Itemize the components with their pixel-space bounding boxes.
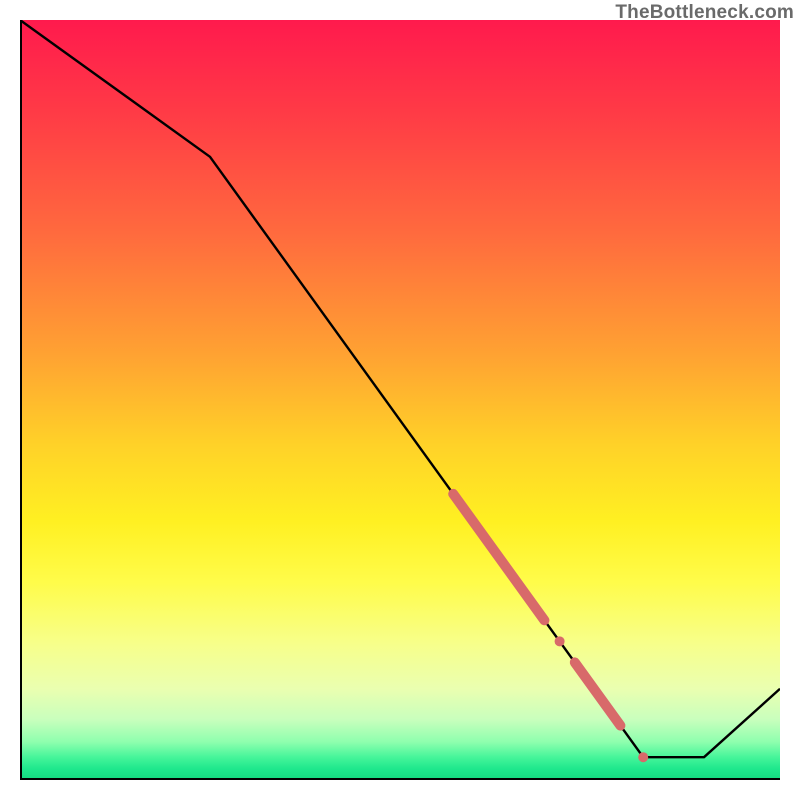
plot-area bbox=[20, 20, 780, 780]
x-axis bbox=[20, 778, 780, 780]
watermark-text: TheBottleneck.com bbox=[615, 2, 794, 24]
bottleneck-chart: TheBottleneck.com bbox=[0, 0, 800, 800]
y-axis bbox=[20, 20, 22, 780]
line-layer bbox=[20, 20, 780, 780]
highlight-dot-2 bbox=[638, 752, 648, 762]
highlight-segment-1 bbox=[453, 494, 544, 620]
highlight-dot-1 bbox=[555, 636, 565, 646]
highlight-segment-2 bbox=[575, 662, 621, 725]
bottleneck-curve bbox=[20, 20, 780, 757]
